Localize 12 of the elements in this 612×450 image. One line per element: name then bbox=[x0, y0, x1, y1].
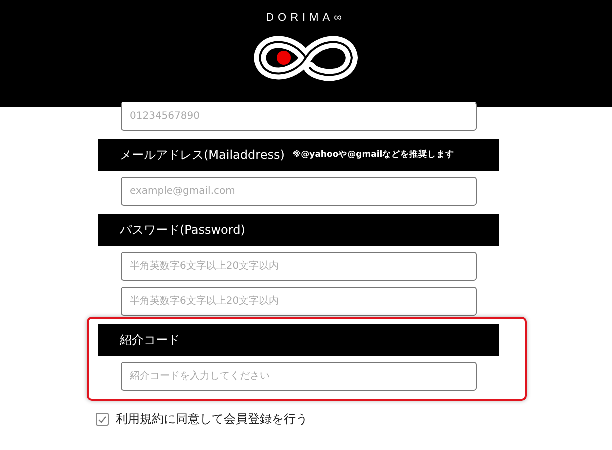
checkbox[interactable] bbox=[96, 413, 109, 426]
input-field[interactable]: 半角英数字6文字以上20文字以内 bbox=[121, 252, 477, 281]
input-field[interactable]: example@gmail.com bbox=[121, 177, 477, 206]
input-field[interactable]: 紹介コードを入力してください bbox=[121, 362, 477, 391]
brand-name: DORIMA∞ bbox=[266, 12, 346, 24]
heading-label: パスワード(Password) bbox=[120, 222, 246, 238]
input-field[interactable]: 半角英数字6文字以上20文字以内 bbox=[121, 287, 477, 316]
heading-label: メールアドレス(Mailaddress) bbox=[120, 146, 285, 164]
heading-note: ※@yahooや@gmailなどを推奨します bbox=[292, 149, 455, 161]
heading-label: 紹介コード bbox=[120, 332, 180, 348]
checkbox-label: 利用規約に同意して会員登録を行う bbox=[116, 411, 308, 428]
input-field[interactable]: 01234567890 bbox=[121, 102, 477, 131]
